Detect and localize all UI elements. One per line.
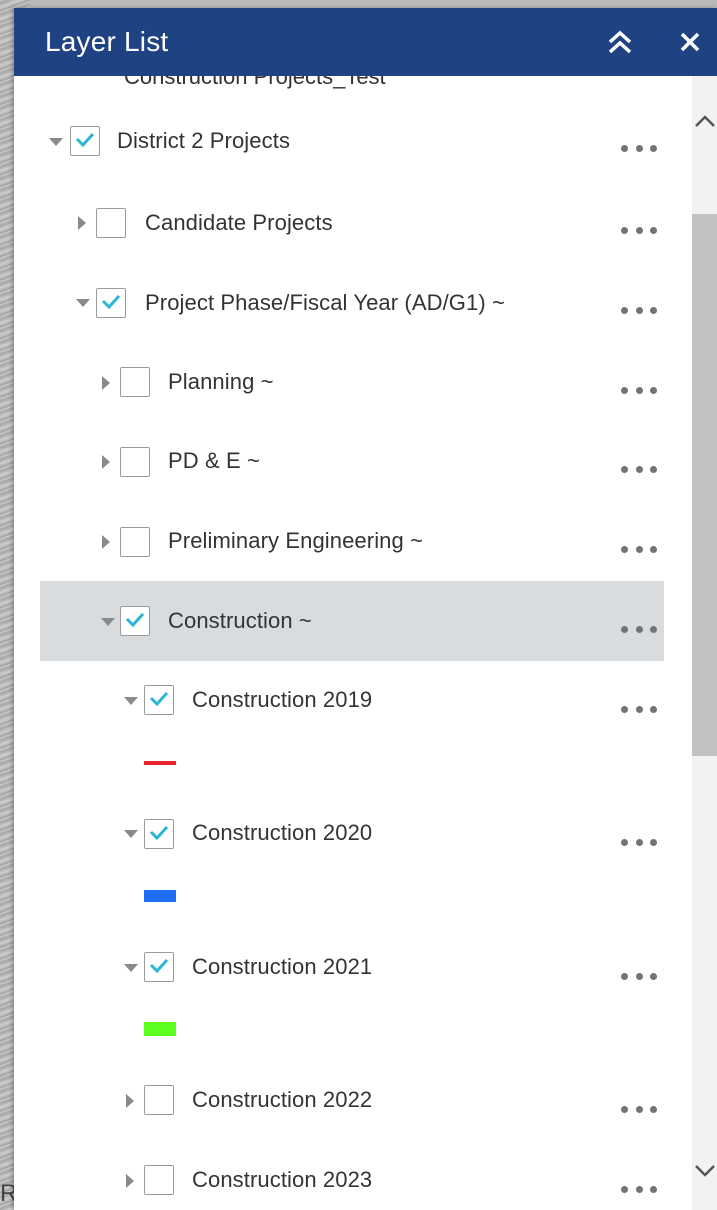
layer-label: Candidate Projects xyxy=(145,210,333,235)
layer-label: Project Phase/Fiscal Year (AD/G1) ~ xyxy=(145,290,505,315)
layer-row-construction-2021: Construction 2021 xyxy=(14,928,692,1006)
layer-options-button[interactable] xyxy=(621,220,657,240)
layer-checkbox[interactable] xyxy=(144,952,174,982)
layer-checkbox[interactable] xyxy=(70,126,100,156)
layer-options-button[interactable] xyxy=(621,300,657,320)
layer-checkbox[interactable] xyxy=(120,367,150,397)
check-icon xyxy=(149,958,169,974)
check-icon xyxy=(75,132,95,148)
layer-row-district-2-projects: District 2 Projects xyxy=(14,100,692,178)
layer-list-panel: Layer List Construction Projects_Test Di… xyxy=(14,8,717,1210)
expand-toggle[interactable] xyxy=(121,691,141,711)
layer-options-button[interactable] xyxy=(621,138,657,158)
chevron-down-icon xyxy=(694,1165,715,1177)
caret-right-icon xyxy=(78,216,86,230)
layer-row-construction-2019: Construction 2019 xyxy=(14,661,692,739)
layer-options-button[interactable] xyxy=(621,380,657,400)
close-panel-button[interactable] xyxy=(670,22,710,62)
layer-label: District 2 Projects xyxy=(117,128,291,153)
layer-options-button[interactable] xyxy=(621,966,657,986)
legend-line-blue xyxy=(144,890,176,902)
scroll-thumb[interactable] xyxy=(692,214,717,756)
caret-right-icon xyxy=(102,455,110,469)
layer-options-button[interactable] xyxy=(621,699,657,719)
panel-header: Layer List xyxy=(14,8,717,76)
expand-toggle[interactable] xyxy=(72,213,92,233)
expand-toggle[interactable] xyxy=(96,532,116,552)
layer-row-construction-2020: Construction 2020 xyxy=(14,794,692,872)
layer-row-project-phase: Project Phase/Fiscal Year (AD/G1) ~ xyxy=(14,262,692,340)
layer-row-candidate-projects: Candidate Projects xyxy=(14,182,692,260)
caret-right-icon xyxy=(102,535,110,549)
layer-label: Construction 2023 xyxy=(192,1167,373,1192)
layer-label: Planning ~ xyxy=(168,369,274,394)
layer-label: Preliminary Engineering ~ xyxy=(168,528,424,553)
layer-checkbox[interactable] xyxy=(120,527,150,557)
expand-toggle[interactable] xyxy=(121,824,141,844)
layer-options-button[interactable] xyxy=(621,832,657,852)
caret-down-icon xyxy=(124,830,138,838)
layer-options-button[interactable] xyxy=(621,1179,657,1199)
layer-checkbox[interactable] xyxy=(120,447,150,477)
caret-right-icon xyxy=(126,1094,134,1108)
check-icon xyxy=(149,825,169,841)
expand-toggle[interactable] xyxy=(121,958,141,978)
caret-right-icon xyxy=(102,376,110,390)
layer-options-button[interactable] xyxy=(621,539,657,559)
layer-checkbox[interactable] xyxy=(96,208,126,238)
chevron-up-icon xyxy=(694,115,715,127)
layer-row-construction-2023: Construction 2023 xyxy=(14,1141,692,1210)
cut-off-layer-label: Construction Projects_Test xyxy=(124,76,386,89)
expand-toggle[interactable] xyxy=(73,293,93,313)
double-chevron-up-icon xyxy=(608,30,632,54)
check-icon xyxy=(149,691,169,707)
caret-right-icon xyxy=(126,1174,134,1188)
layer-options-button[interactable] xyxy=(621,619,657,639)
legend-line-green xyxy=(144,1022,176,1036)
expand-toggle[interactable] xyxy=(120,1171,140,1191)
expand-toggle[interactable] xyxy=(46,132,66,152)
caret-down-icon xyxy=(76,299,90,307)
layer-options-button[interactable] xyxy=(621,459,657,479)
layer-row-preliminary-engineering: Preliminary Engineering ~ xyxy=(14,501,692,579)
scroll-down-button[interactable] xyxy=(692,1156,717,1186)
layer-row-construction-2022: Construction 2022 xyxy=(14,1061,692,1139)
expand-toggle[interactable] xyxy=(98,612,118,632)
layer-label: Construction 2022 xyxy=(192,1087,373,1112)
expand-toggle[interactable] xyxy=(96,373,116,393)
vertical-scrollbar[interactable] xyxy=(692,76,717,1210)
check-icon xyxy=(125,612,145,628)
layer-checkbox[interactable] xyxy=(144,685,174,715)
legend-line-red xyxy=(144,761,176,765)
expand-toggle[interactable] xyxy=(96,452,116,472)
layer-checkbox[interactable] xyxy=(144,1165,174,1195)
scroll-up-button[interactable] xyxy=(692,106,717,136)
layer-label: PD & E ~ xyxy=(168,448,260,473)
caret-down-icon xyxy=(124,697,138,705)
collapse-panel-button[interactable] xyxy=(600,22,640,62)
layer-row-pd-e: PD & E ~ xyxy=(14,421,692,499)
layer-label: Construction ~ xyxy=(168,608,312,633)
layer-label: Construction 2020 xyxy=(192,820,373,845)
layer-row-construction: Construction ~ xyxy=(14,581,692,661)
caret-down-icon xyxy=(124,964,138,972)
layer-label: Construction 2021 xyxy=(192,954,373,979)
layer-label: Construction 2019 xyxy=(192,687,373,712)
check-icon xyxy=(101,294,121,310)
caret-down-icon xyxy=(101,618,115,626)
panel-title: Layer List xyxy=(45,26,169,57)
layer-options-button[interactable] xyxy=(621,1099,657,1119)
close-icon xyxy=(680,32,700,52)
layer-checkbox[interactable] xyxy=(120,606,150,636)
layer-checkbox[interactable] xyxy=(144,1085,174,1115)
caret-down-icon xyxy=(49,138,63,146)
layer-row-planning: Planning ~ xyxy=(14,342,692,420)
layer-tree: Construction Projects_Test District 2 Pr… xyxy=(14,76,692,1210)
layer-checkbox[interactable] xyxy=(144,819,174,849)
layer-checkbox[interactable] xyxy=(96,288,126,318)
expand-toggle[interactable] xyxy=(120,1091,140,1111)
